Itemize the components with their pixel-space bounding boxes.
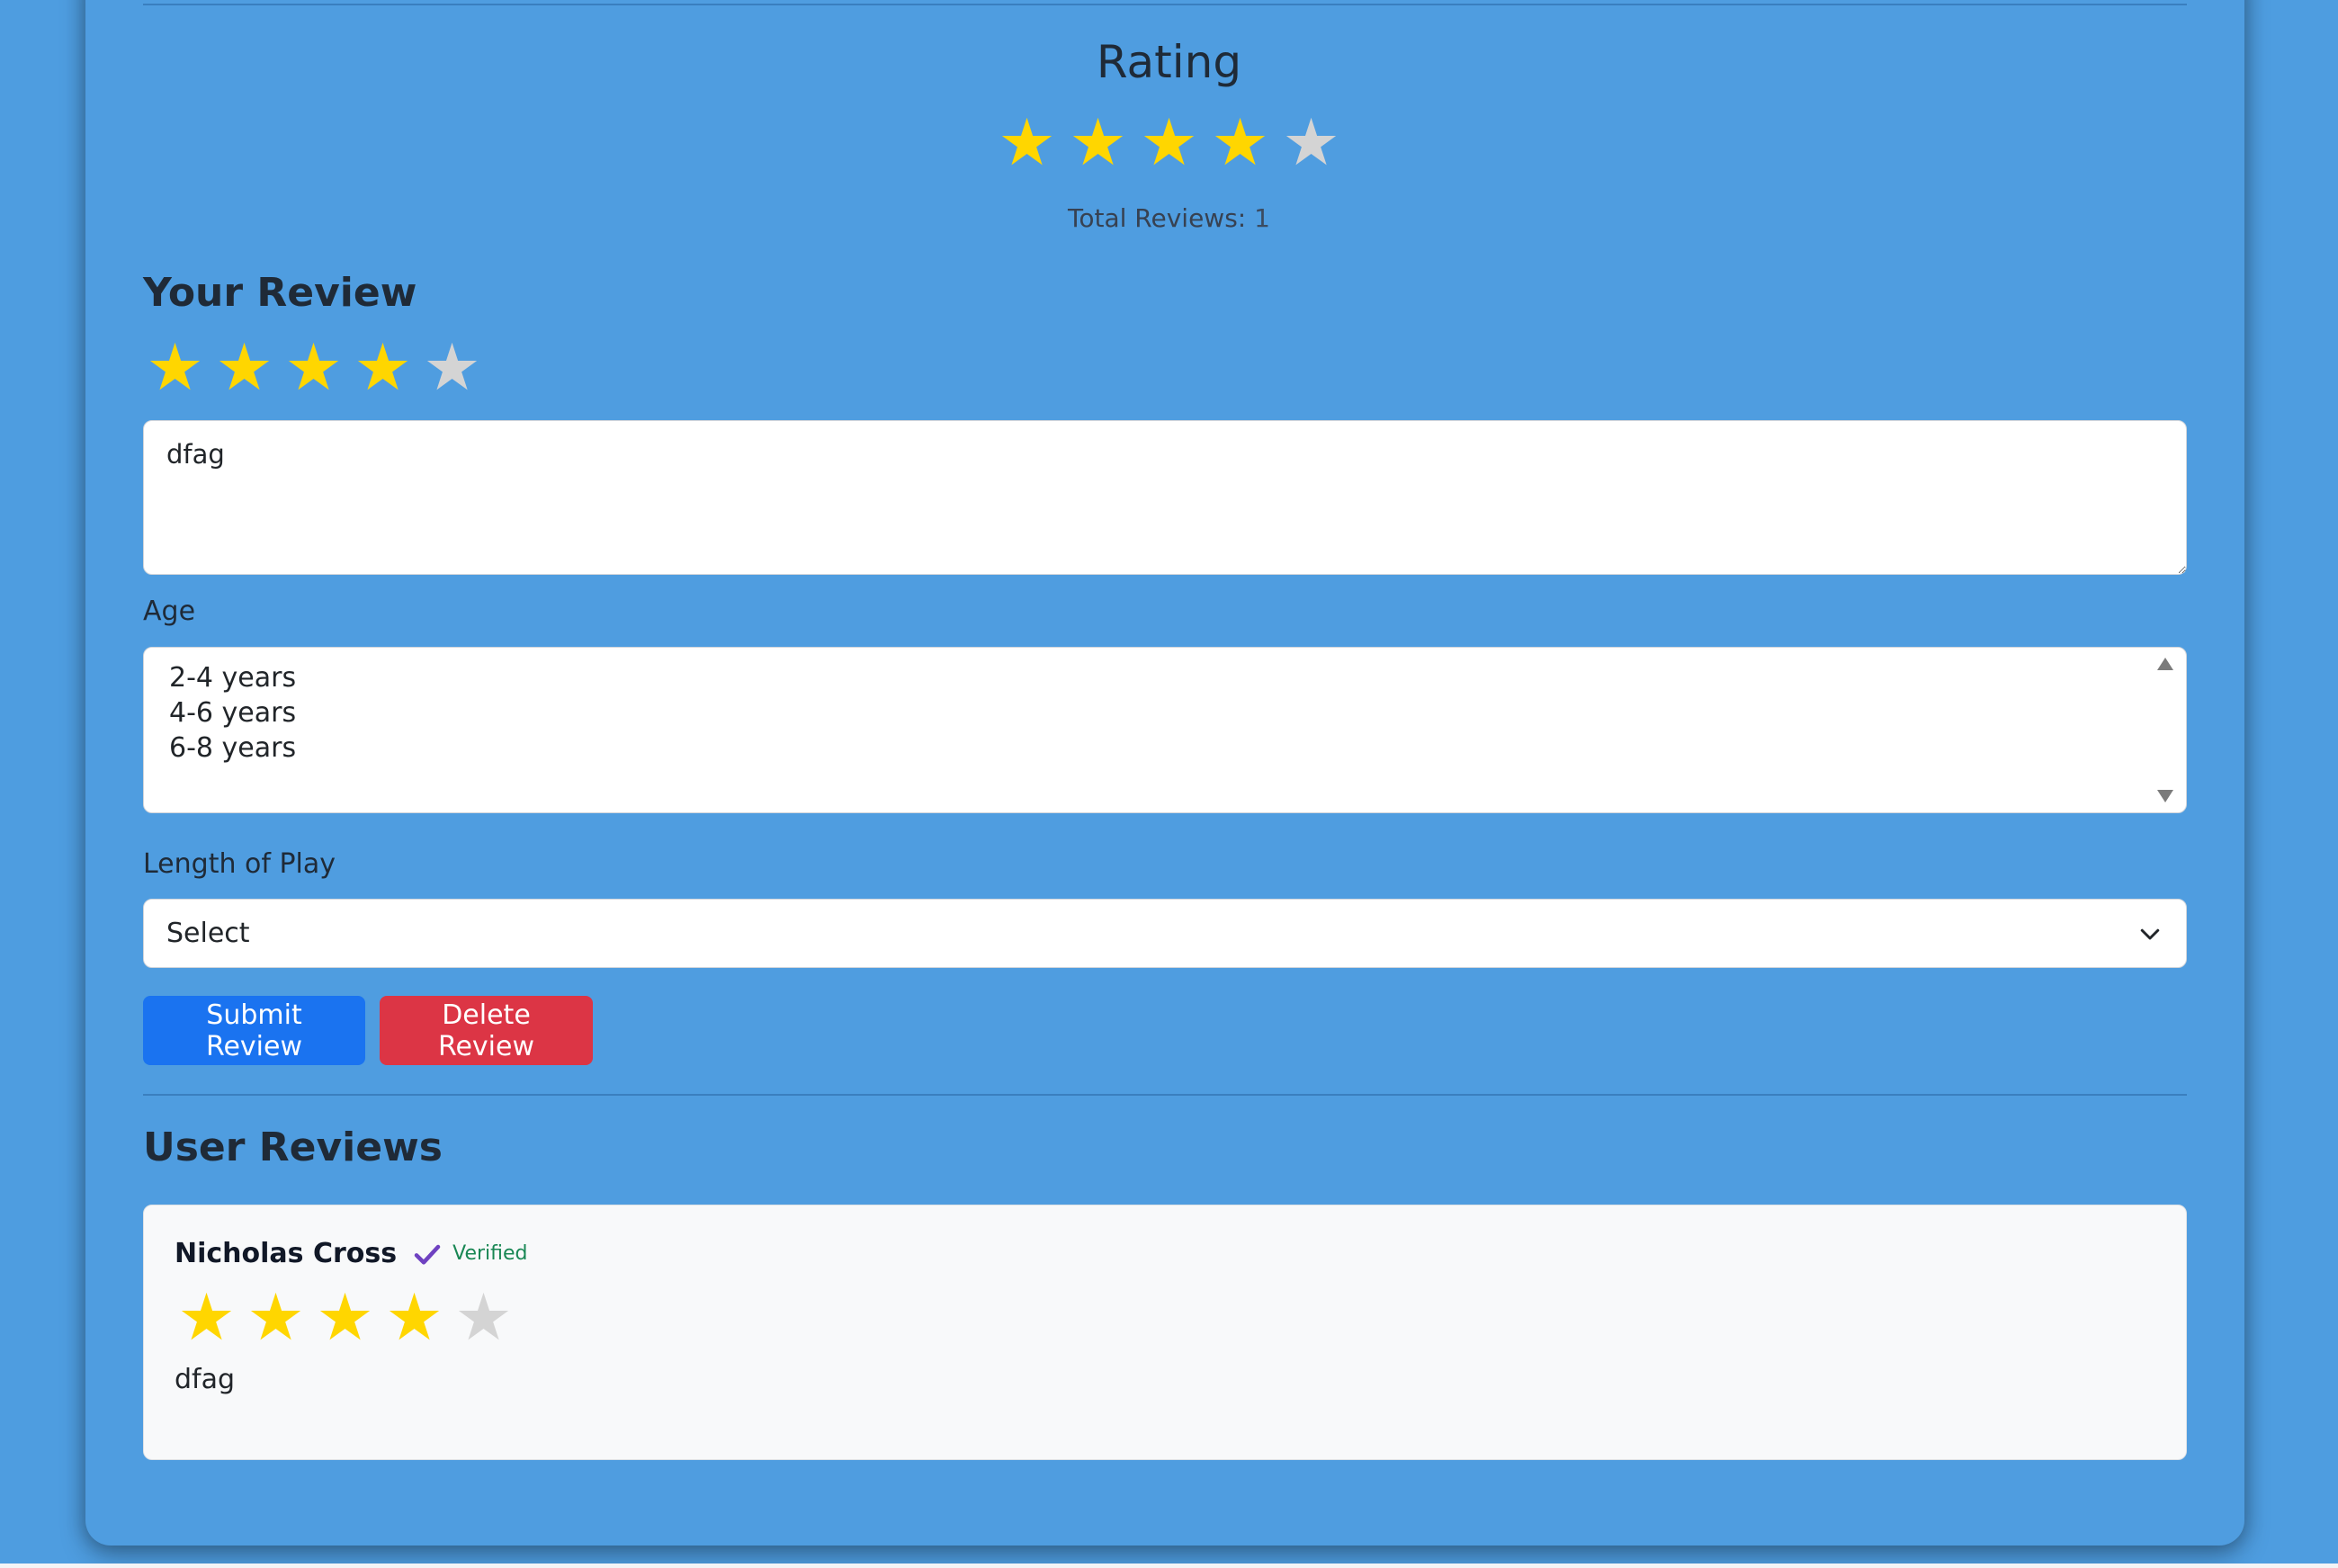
user-review-stars: ★ ★ ★ ★ ★ — [173, 1285, 517, 1349]
your-review-star-input[interactable]: ★ ★ ★ ★ ★ — [141, 335, 486, 399]
user-review-text: dfag — [175, 1364, 236, 1395]
scroll-up-arrow-icon[interactable] — [2157, 658, 2173, 670]
age-multiselect[interactable]: 2-4 years 4-6 years 6-8 years — [143, 647, 2187, 813]
star-icon[interactable]: ★ — [418, 335, 486, 399]
star-icon: ★ — [1069, 104, 1127, 180]
age-options: 2-4 years 4-6 years 6-8 years — [169, 660, 2161, 766]
star-icon: ★ — [998, 104, 1056, 180]
scroll-down-arrow-icon[interactable] — [2157, 790, 2173, 802]
reviewer-name: Nicholas Cross — [175, 1238, 398, 1269]
rating-stars: ★ ★ ★ ★ ★ — [0, 110, 2338, 175]
star-icon: ★ — [1282, 104, 1340, 180]
reviewer-row: Nicholas Cross Verified — [175, 1238, 528, 1269]
review-textarea[interactable] — [143, 420, 2187, 575]
your-review-title: Your Review — [143, 270, 417, 316]
star-icon: ★ — [385, 1279, 443, 1355]
age-label: Age — [143, 596, 196, 627]
star-icon[interactable]: ★ — [211, 335, 278, 399]
age-option[interactable]: 6-8 years — [169, 730, 2161, 766]
check-icon — [414, 1244, 441, 1265]
user-review-item: Nicholas Cross Verified ★ ★ ★ ★ ★ dfag — [143, 1205, 2187, 1460]
total-reviews: Total Reviews: 1 — [0, 203, 2338, 233]
delete-review-button[interactable]: Delete Review — [380, 996, 593, 1065]
length-of-play-select[interactable]: Select — [143, 899, 2187, 968]
length-of-play-selected: Select — [166, 918, 250, 949]
total-reviews-count: 1 — [1254, 203, 1270, 233]
star-icon: ★ — [1140, 104, 1198, 180]
age-option[interactable]: 2-4 years — [169, 660, 2161, 695]
submit-review-button[interactable]: Submit Review — [143, 996, 365, 1065]
star-icon[interactable]: ★ — [349, 335, 417, 399]
star-icon[interactable]: ★ — [141, 335, 209, 399]
user-reviews-title: User Reviews — [143, 1124, 443, 1170]
total-reviews-label: Total Reviews: — [1068, 203, 1247, 233]
star-icon: ★ — [177, 1279, 236, 1355]
rating-title: Rating — [1096, 36, 1242, 88]
star-icon[interactable]: ★ — [280, 335, 347, 399]
top-divider — [143, 4, 2187, 5]
star-icon: ★ — [246, 1279, 305, 1355]
verified-badge: Verified — [452, 1242, 528, 1265]
chevron-down-icon — [2140, 928, 2160, 939]
star-icon: ★ — [1211, 104, 1269, 180]
length-of-play-label: Length of Play — [143, 848, 336, 880]
star-icon: ★ — [454, 1279, 513, 1355]
star-icon: ★ — [316, 1279, 374, 1355]
reviews-divider — [143, 1094, 2187, 1096]
page-footer-strip — [0, 1564, 2338, 1568]
age-option[interactable]: 4-6 years — [169, 695, 2161, 730]
